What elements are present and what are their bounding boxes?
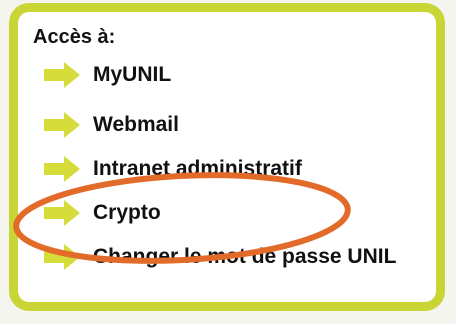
link-label[interactable]: Webmail	[93, 111, 403, 138]
arrow-right-icon	[44, 112, 80, 138]
link-myunil[interactable]: MyUNIL	[44, 61, 403, 88]
arrow-right-icon	[44, 156, 80, 182]
arrow-right-icon	[44, 244, 80, 270]
link-label[interactable]: MyUNIL	[93, 61, 403, 88]
arrow-right-icon	[44, 200, 80, 226]
link-label[interactable]: Crypto	[93, 199, 403, 226]
link-changer-mot-de-passe[interactable]: Changer le mot de passe UNIL	[44, 243, 403, 270]
link-crypto[interactable]: Crypto	[44, 199, 403, 226]
panel-title: Accès à:	[33, 26, 116, 48]
arrow-right-icon	[44, 62, 80, 88]
link-intranet-administratif[interactable]: Intranet administratif	[44, 155, 403, 182]
link-label[interactable]: Intranet administratif	[93, 155, 403, 182]
link-webmail[interactable]: Webmail	[44, 111, 403, 138]
link-label[interactable]: Changer le mot de passe UNIL	[93, 243, 403, 270]
